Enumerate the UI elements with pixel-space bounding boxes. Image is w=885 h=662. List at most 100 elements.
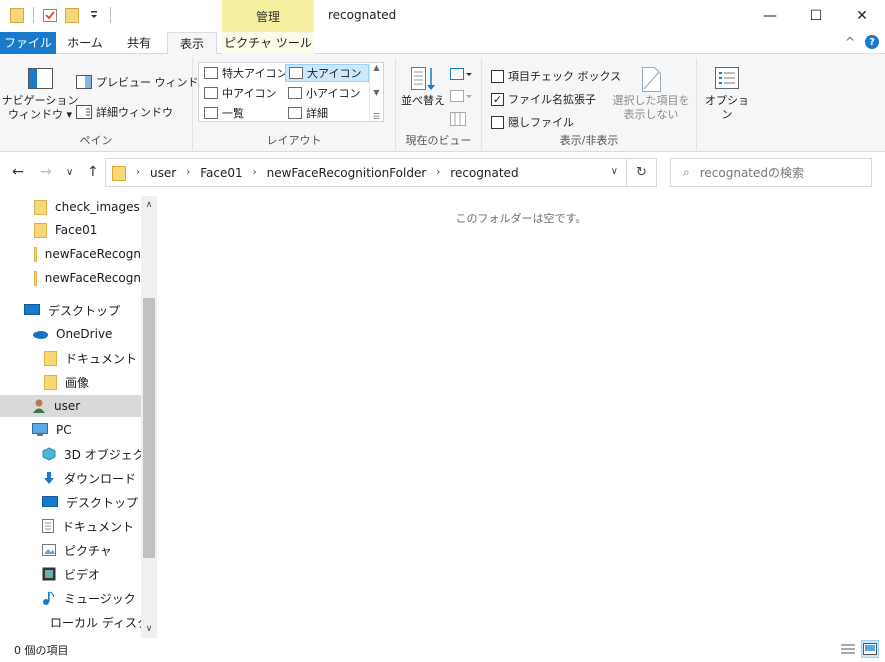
recent-locations-icon[interactable]: ∨ xyxy=(66,167,73,178)
breadcrumb-item[interactable]: recognated xyxy=(450,166,518,180)
layout-details[interactable]: 詳細 xyxy=(285,104,331,122)
pc-icon xyxy=(32,423,48,436)
nav-item-onedrive-documents[interactable]: ドキュメント xyxy=(44,347,137,369)
tab-view[interactable]: 表示 xyxy=(167,32,217,55)
layout-item-label: 特大アイコン xyxy=(222,67,288,80)
nav-item-label: ダウンロード xyxy=(64,471,137,486)
file-extensions-label: ファイル名拡張子 xyxy=(508,93,596,106)
nav-item-3d-objects[interactable]: 3D オブジェクト xyxy=(42,443,157,465)
chevron-right-icon[interactable]: › xyxy=(186,167,190,178)
large-icons-view-icon xyxy=(863,643,877,655)
nav-item-label: OneDrive xyxy=(56,327,113,341)
nav-item-newfacerecogn-2[interactable]: newFaceRecogn xyxy=(34,267,141,289)
scrollbar-thumb[interactable] xyxy=(143,298,155,558)
nav-item-label: 画像 xyxy=(65,375,90,390)
navigation-pane-button[interactable]: ナビゲーション ウィンドウ ▾ xyxy=(2,64,78,122)
add-columns-button[interactable] xyxy=(450,90,472,104)
group-by-button[interactable] xyxy=(450,68,472,82)
nav-item-label: デスクトップ xyxy=(48,303,121,318)
properties-icon[interactable] xyxy=(41,6,59,24)
onedrive-cloud-icon xyxy=(33,331,48,339)
close-button[interactable]: ✕ xyxy=(839,0,885,32)
sort-by-button[interactable]: 並べ替え xyxy=(400,64,446,108)
help-icon[interactable]: ? xyxy=(865,35,879,49)
details-pane-label: 詳細ウィンドウ xyxy=(96,106,173,119)
nav-item-pictures[interactable]: ピクチャ xyxy=(42,539,112,561)
nav-item-label: PC xyxy=(56,423,72,437)
layout-small-icons[interactable]: 小アイコン xyxy=(285,84,363,102)
up-arrow-icon[interactable]: ↑ xyxy=(87,164,99,180)
preview-pane-button[interactable]: プレビュー ウィンドウ xyxy=(76,74,210,90)
hide-selected-icon xyxy=(642,67,661,92)
layout-item-label: 小アイコン xyxy=(306,87,361,100)
nav-item-music[interactable]: ミュージック xyxy=(42,587,136,609)
options-label: オプション xyxy=(705,94,749,121)
layout-list[interactable]: 一覧 xyxy=(201,104,247,122)
nav-item-check-images[interactable]: check_images xyxy=(34,196,140,218)
details-pane-icon xyxy=(76,105,92,119)
scroll-down-icon[interactable]: ∨ xyxy=(141,624,157,634)
breadcrumb-item[interactable]: user xyxy=(150,166,176,180)
tab-home[interactable]: ホーム xyxy=(60,32,110,54)
layout-gallery-scroller[interactable]: ▲ ▼ ☰ xyxy=(369,63,383,121)
nav-item-user[interactable]: user xyxy=(0,395,141,417)
nav-item-face01[interactable]: Face01 xyxy=(34,219,97,241)
tab-share[interactable]: 共有 xyxy=(114,32,164,54)
item-checkboxes-checkbox[interactable] xyxy=(491,69,504,83)
minimize-button[interactable]: — xyxy=(747,0,793,32)
file-extensions-toggle[interactable]: ✓ ファイル名拡張子 xyxy=(491,91,596,107)
nav-item-onedrive[interactable]: OneDrive xyxy=(32,323,112,345)
refresh-button[interactable]: ↻ xyxy=(627,158,657,187)
nav-item-videos[interactable]: ビデオ xyxy=(42,563,100,585)
context-tab-manage[interactable]: 管理 xyxy=(222,0,314,32)
nav-item-documents[interactable]: ドキュメント xyxy=(42,515,134,537)
chevron-down-icon[interactable]: ∨ xyxy=(611,166,618,177)
breadcrumb: › user › Face01 › newFaceRecognitionFold… xyxy=(112,165,519,181)
tab-file[interactable]: ファイル xyxy=(0,32,56,54)
customize-qat-icon[interactable] xyxy=(85,6,103,24)
details-pane-button[interactable]: 詳細ウィンドウ xyxy=(76,104,173,120)
file-list-area[interactable]: このフォルダーは空です。 xyxy=(157,196,885,638)
layout-medium-icons[interactable]: 中アイコン xyxy=(201,84,279,102)
nav-item-pc[interactable]: PC xyxy=(32,419,72,441)
scroll-up-icon[interactable]: ∧ xyxy=(141,200,157,210)
address-bar[interactable]: › user › Face01 › newFaceRecognitionFold… xyxy=(105,158,627,187)
size-columns-button[interactable] xyxy=(450,112,466,126)
nav-item-desktop-quick[interactable]: デスクトップ xyxy=(24,299,120,321)
search-input[interactable]: ⌕ recognatedの検索 xyxy=(670,158,872,187)
forward-arrow-icon[interactable]: → xyxy=(40,164,52,180)
layout-large-icons[interactable]: 大アイコン xyxy=(285,64,369,82)
tab-picture-tools[interactable]: ピクチャ ツール xyxy=(222,32,314,54)
hidden-items-toggle[interactable]: 隠しファイル xyxy=(491,114,574,130)
new-folder-icon[interactable] xyxy=(63,6,81,24)
nav-item-local-disk[interactable]: ローカル ディスク ( xyxy=(42,611,141,633)
ribbon-expand-icon[interactable]: ^ xyxy=(845,35,855,49)
status-bar: 0 個の項目 xyxy=(0,638,885,662)
scroll-up-icon[interactable]: ▲ xyxy=(373,63,379,72)
details-view-button[interactable] xyxy=(839,640,857,658)
file-extensions-checkbox[interactable]: ✓ xyxy=(491,92,504,106)
scroll-down-icon[interactable]: ▼ xyxy=(373,88,379,97)
item-checkboxes-toggle[interactable]: 項目チェック ボックス xyxy=(491,68,621,84)
nav-item-downloads[interactable]: ダウンロード xyxy=(42,467,136,489)
nav-item-onedrive-pictures[interactable]: 画像 xyxy=(44,371,89,393)
large-icons-view-button[interactable] xyxy=(861,640,879,658)
hide-selected-button[interactable]: 選択した項目を 表示しない xyxy=(610,64,692,122)
group-by-icon xyxy=(450,68,472,80)
options-button[interactable]: オプション xyxy=(700,64,754,122)
nav-item-newfacerecogn-1[interactable]: newFaceRecogn xyxy=(34,243,141,265)
nav-item-label: ローカル ディスク ( xyxy=(50,615,141,630)
expand-gallery-icon[interactable]: ☰ xyxy=(373,112,380,121)
breadcrumb-item[interactable]: newFaceRecognitionFolder xyxy=(267,166,427,180)
chevron-right-icon[interactable]: › xyxy=(436,167,440,178)
hidden-items-checkbox[interactable] xyxy=(491,115,504,129)
nav-item-desktop[interactable]: デスクトップ xyxy=(42,491,138,513)
back-arrow-icon[interactable]: ← xyxy=(12,164,24,180)
desktop-icon xyxy=(24,304,40,315)
layout-extra-large-icons[interactable]: 特大アイコン xyxy=(201,64,290,82)
breadcrumb-item[interactable]: Face01 xyxy=(200,166,242,180)
navigation-pane-scrollbar[interactable]: ∧ ∨ xyxy=(141,196,157,638)
chevron-right-icon[interactable]: › xyxy=(253,167,257,178)
maximize-button[interactable]: ☐ xyxy=(793,0,839,32)
chevron-right-icon[interactable]: › xyxy=(136,167,140,178)
